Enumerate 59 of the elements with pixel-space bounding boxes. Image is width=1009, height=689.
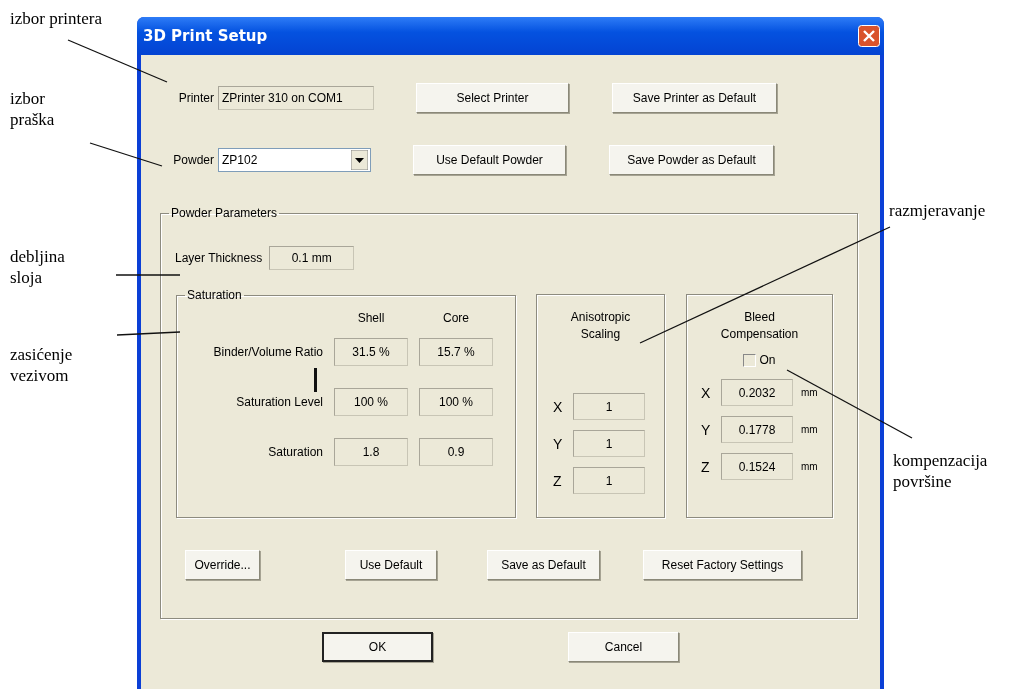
panel-title: Anisotropic Scaling (569, 309, 632, 343)
dialog-button[interactable]: OK (322, 632, 433, 662)
axis-label: Y (701, 421, 712, 438)
powder-button[interactable]: Save Powder as Default (609, 145, 774, 175)
parameters-button[interactable]: Reset Factory Settings (643, 550, 802, 580)
printer-button[interactable]: Save Printer as Default (612, 83, 777, 113)
layer-thickness-field: 0.1 mm (269, 246, 355, 270)
cursor-mark (314, 368, 317, 392)
unit-label: mm (801, 424, 818, 435)
group-title: Saturation (186, 288, 243, 302)
value-field: 100 % (419, 388, 493, 416)
annotation-label: debljina sloja (10, 246, 66, 288)
annotation-label: zasićenje vezivom (10, 344, 74, 386)
scaling-field: 1 (573, 430, 645, 457)
scaling-field: 1 (573, 467, 645, 494)
scaling-field: 1 (573, 393, 645, 420)
annotation-label: izbor printera (10, 8, 104, 29)
annotation-label: izbor praška (10, 88, 56, 130)
close-button[interactable] (858, 25, 880, 47)
saturation-row-label: Saturation (267, 445, 323, 459)
value-field: 1.8 (334, 438, 408, 466)
leader-line (115, 274, 181, 276)
axis-label: X (701, 384, 712, 401)
dropdown-arrow-icon[interactable] (351, 150, 368, 170)
axis-label: Z (553, 472, 563, 489)
axis-label: Y (553, 435, 564, 452)
value-field: 31.5 % (334, 338, 408, 366)
parameters-button[interactable]: Override... (185, 550, 260, 580)
printer-label: Printer (177, 91, 215, 105)
printer-field: ZPrinter 310 on COM1 (218, 86, 374, 110)
annotation-label: razmjeravanje (889, 200, 987, 221)
value-field: 0.9 (419, 438, 493, 466)
dialog-button[interactable]: Cancel (568, 632, 679, 662)
on-checkbox[interactable]: On (743, 353, 776, 367)
bleed-field: 0.1524 (721, 453, 793, 480)
bleed-field: 0.1778 (721, 416, 793, 443)
value-field: 15.7 % (419, 338, 493, 366)
bleed-field: 0.2032 (721, 379, 793, 406)
powder-button[interactable]: Use Default Powder (413, 145, 566, 175)
parameters-button[interactable]: Save as Default (487, 550, 600, 580)
value-field: 100 % (334, 388, 408, 416)
saturation-row-label: Saturation Level (235, 395, 323, 409)
window-title: 3D Print Setup (143, 27, 268, 45)
annotation-label: kompenzacija površine (893, 450, 989, 492)
parameters-button[interactable]: Use Default (345, 550, 437, 580)
unit-label: mm (801, 461, 818, 472)
panel-title: Bleed Compensation (719, 309, 800, 343)
unit-label: mm (801, 387, 818, 398)
leader-line (116, 331, 181, 336)
printer-button[interactable]: Select Printer (416, 83, 569, 113)
axis-label: Z (701, 458, 711, 475)
layer-thickness-label: Layer Thickness (175, 251, 263, 265)
group-title: Powder Parameters (170, 206, 279, 220)
column-header: Shell (356, 312, 386, 324)
powder-dropdown[interactable]: ZP102 (218, 148, 371, 172)
powder-label: Powder (172, 153, 215, 167)
axis-label: X (553, 398, 564, 415)
saturation-row-label: Binder/Volume Ratio (212, 345, 323, 359)
column-header: Core (442, 312, 470, 324)
